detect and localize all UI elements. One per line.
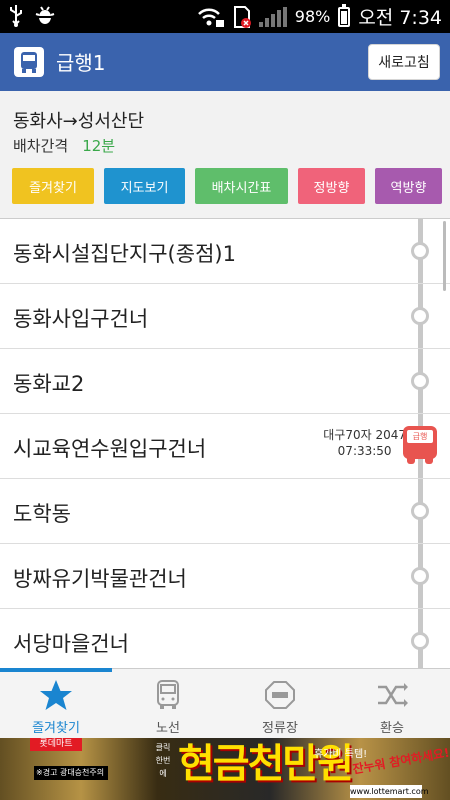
list-item[interactable]: 도학동	[0, 479, 450, 544]
list-item[interactable]: 동화시설집단지구(종점)1	[0, 219, 450, 284]
scrollbar[interactable]	[443, 221, 446, 291]
forward-direction-button[interactable]: 정방향	[298, 168, 365, 204]
interval-value: 12분	[82, 137, 116, 155]
shuffle-icon	[378, 683, 408, 707]
stop-name: 동화교2	[13, 372, 85, 396]
app-header: 급행1 새로고침	[0, 33, 450, 91]
tab-routes[interactable]: 노선	[112, 669, 224, 739]
bus-position-icon: 급행	[403, 426, 437, 466]
bus-arrival-info: 대구70자 2047 07:33:50	[323, 427, 406, 459]
stop-node-icon	[411, 567, 429, 585]
sim-error-icon	[233, 5, 251, 28]
status-bar-right: 98% 오전 7:34	[197, 0, 442, 33]
refresh-button[interactable]: 새로고침	[368, 44, 440, 80]
add-favorite-button[interactable]: 즐겨찾기	[12, 168, 94, 204]
reverse-direction-button[interactable]: 역방향	[375, 168, 442, 204]
status-bar-left	[8, 4, 56, 28]
list-item[interactable]: 서당마을건너	[0, 609, 450, 668]
wifi-lock-icon	[197, 8, 224, 27]
view-map-button[interactable]: 지도보기	[104, 168, 185, 204]
stop-node-icon	[411, 307, 429, 325]
tab-transfer[interactable]: 환승	[336, 669, 448, 739]
signal-icon	[258, 6, 287, 27]
usb-icon	[10, 5, 22, 27]
dispatch-interval: 배차간격 12분	[13, 135, 115, 156]
stop-name: 시교육연수원입구건너	[13, 437, 207, 461]
bus-badge: 급행	[407, 430, 433, 443]
bus-plate: 대구70자 2047	[323, 428, 406, 442]
tab-label: 정류장	[262, 721, 298, 736]
status-bar: 98% 오전 7:34	[0, 0, 450, 33]
stop-node-icon	[411, 632, 429, 650]
battery-percent: 98%	[294, 7, 331, 26]
route-info-panel: 동화사→성서산단 배차간격 12분 즐겨찾기 지도보기 배차시간표 정방향 역방향	[0, 91, 450, 218]
ad-side-text-1: 클릭 한번에	[155, 743, 171, 778]
stop-list[interactable]: 동화시설집단지구(종점)1 동화사입구건너 동화교2 시교육연수원입구건너 대구…	[0, 218, 450, 668]
stop-node-icon	[411, 242, 429, 260]
stop-name: 서당마을건너	[13, 632, 129, 656]
tab-label: 노선	[156, 721, 180, 736]
stop-sign-icon	[265, 681, 295, 709]
ad-brand-label: 롯데마트	[30, 738, 82, 751]
stop-name: 방짜유기박물관건너	[13, 567, 187, 591]
stop-name: 도학동	[13, 502, 71, 526]
stop-node-icon	[411, 372, 429, 390]
tab-favorites[interactable]: 즐겨찾기	[0, 669, 112, 739]
timetable-button[interactable]: 배차시간표	[195, 168, 288, 204]
battery-icon	[338, 3, 351, 27]
tab-label: 즐겨찾기	[32, 721, 80, 736]
route-direction: 동화사→성서산단	[13, 111, 145, 132]
tab-label: 환승	[380, 721, 404, 736]
clock: 오전 7:34	[358, 7, 442, 29]
bus-time: 07:33:50	[337, 444, 392, 458]
ad-warning-text: ※경고 광대승천주의	[34, 766, 108, 780]
action-buttons: 즐겨찾기 지도보기 배차시간표 정방향 역방향	[12, 168, 442, 204]
android-debug-icon	[35, 6, 55, 24]
bottom-nav: 즐겨찾기 노선 정류장 환승	[0, 668, 450, 738]
list-item[interactable]: 동화교2	[0, 349, 450, 414]
interval-label: 배차간격	[13, 137, 69, 155]
bus-icon	[157, 680, 179, 709]
ad-url[interactable]: www.lottemart.com	[350, 785, 429, 798]
ad-banner[interactable]: 롯데마트 ※경고 광대승천주의 클릭 한번에 현금천만원 휴가비 특템! 잔누워…	[0, 738, 450, 800]
stop-name: 동화사입구건너	[13, 307, 149, 331]
list-item[interactable]: 동화사입구건너	[0, 284, 450, 349]
star-icon	[40, 680, 72, 710]
list-item[interactable]: 방짜유기박물관건너	[0, 544, 450, 609]
stop-node-icon	[411, 502, 429, 520]
stop-name: 동화시설집단지구(종점)1	[13, 242, 236, 266]
tab-stops[interactable]: 정류장	[224, 669, 336, 739]
list-item[interactable]: 시교육연수원입구건너 대구70자 2047 07:33:50 급행	[0, 414, 450, 479]
bus-logo-icon	[14, 47, 44, 77]
page-title: 급행1	[56, 51, 106, 75]
